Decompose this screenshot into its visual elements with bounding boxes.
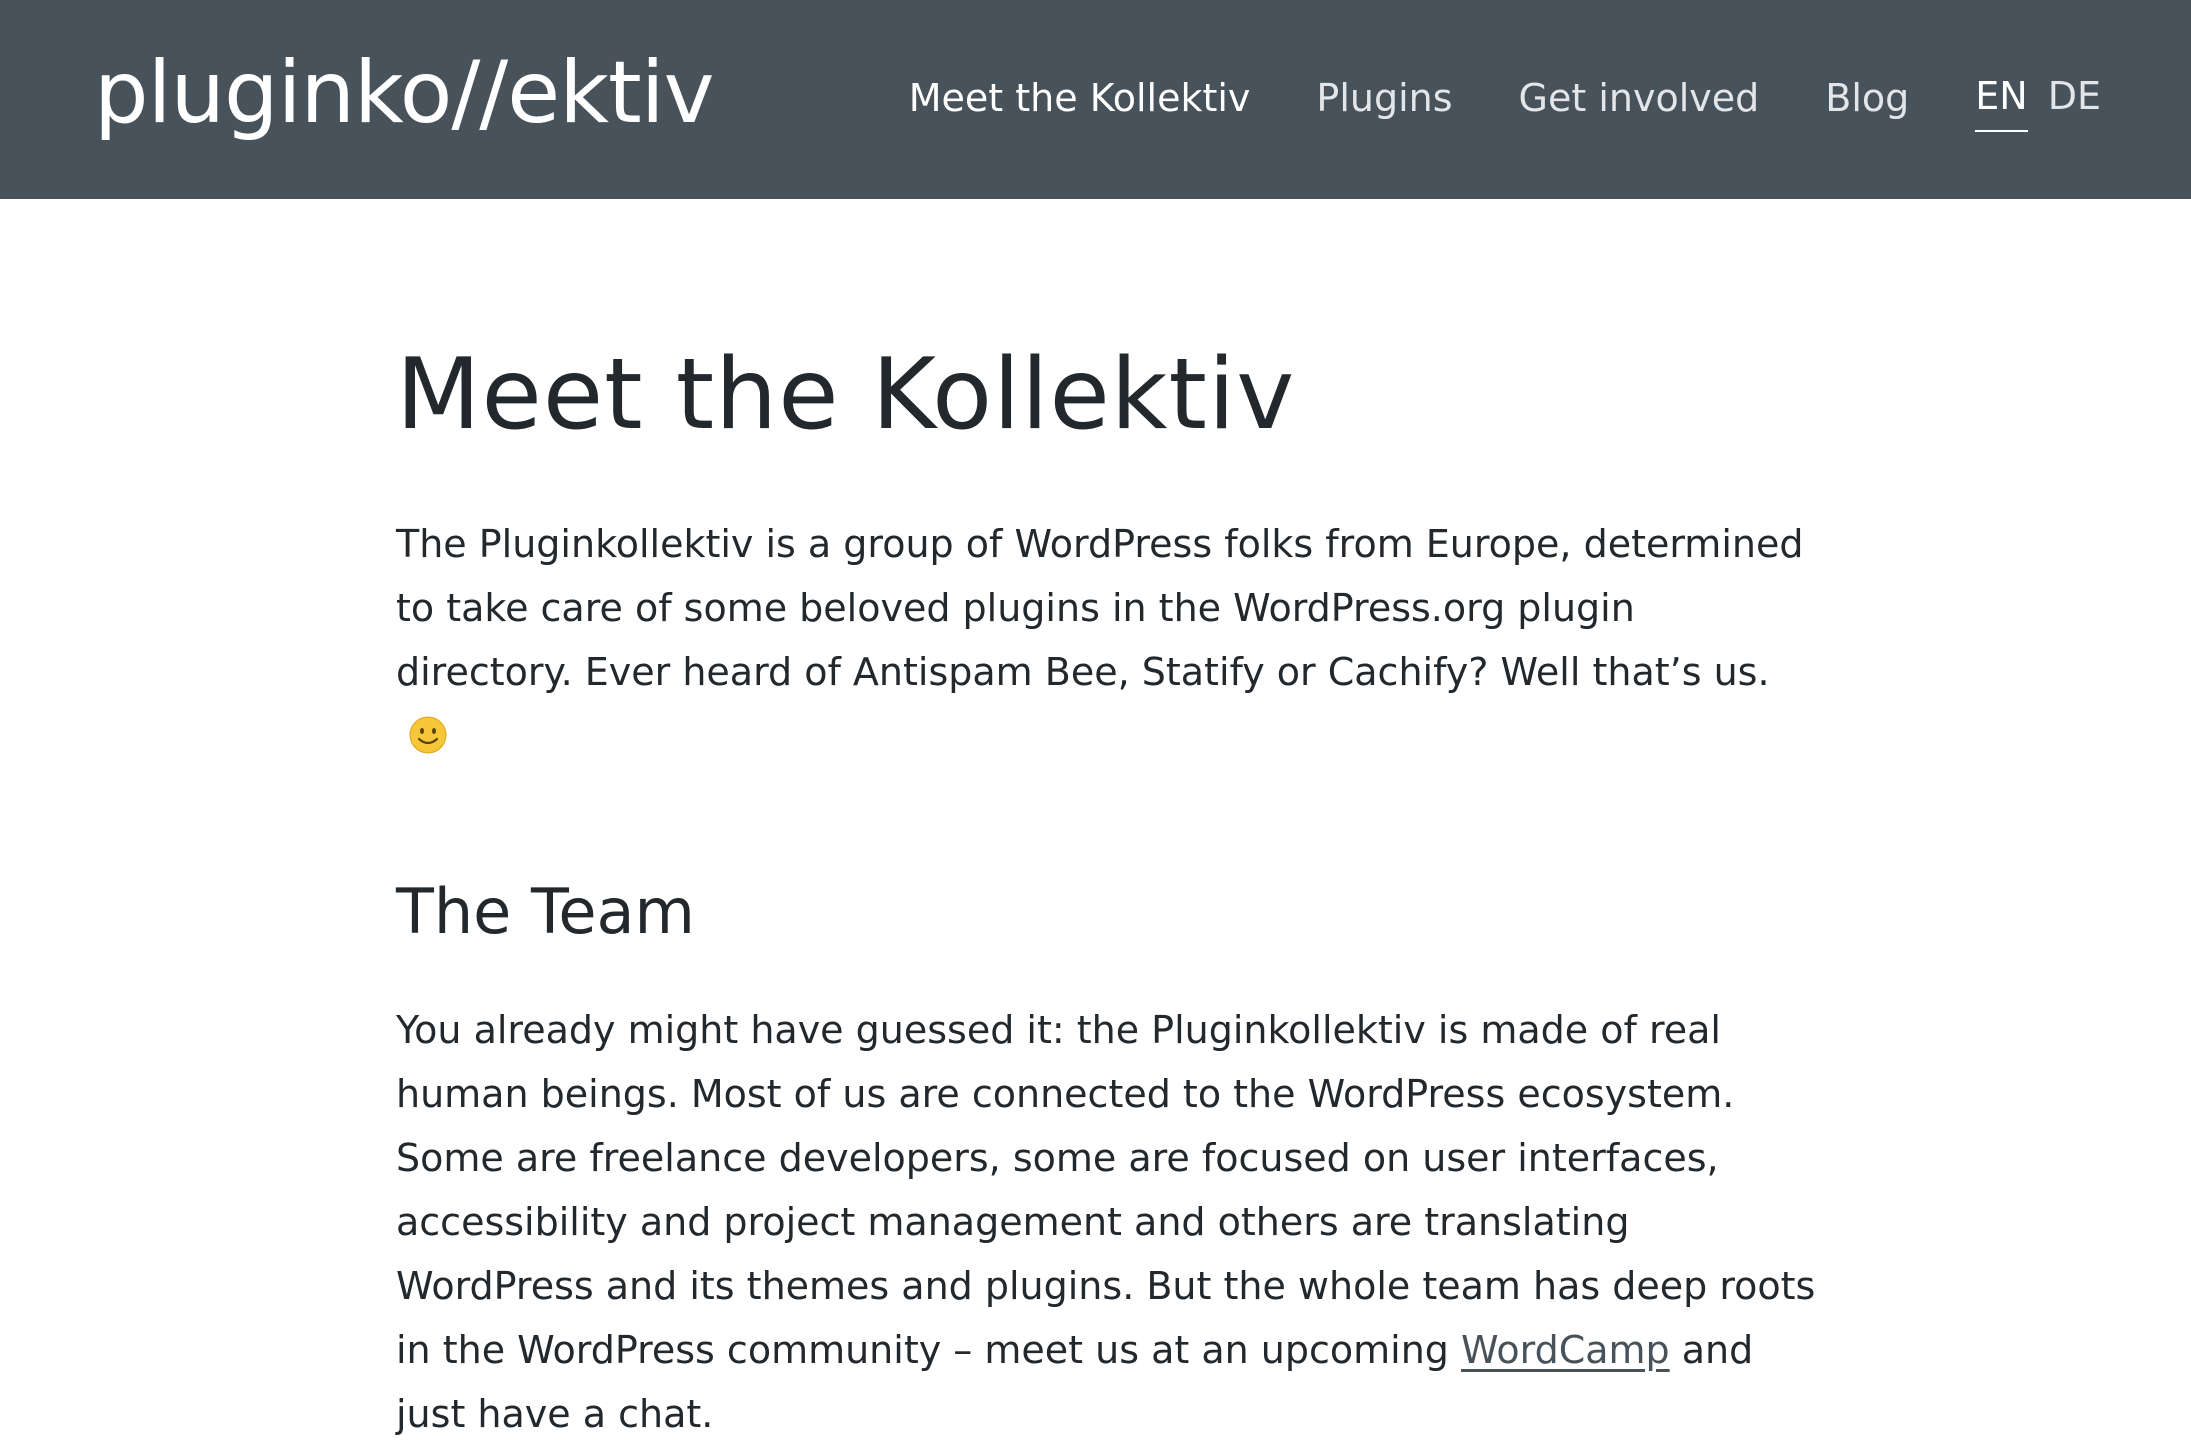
nav-item-blog[interactable]: Blog [1825, 66, 1909, 130]
language-en-link[interactable]: EN [1975, 64, 2028, 132]
page-title: Meet the Kollektiv [396, 338, 1296, 452]
language-switcher: EN DE [1975, 64, 2101, 132]
nav-item-get-involved[interactable]: Get involved [1519, 66, 1760, 130]
site-logo[interactable]: pluginko//ektiv [94, 38, 715, 148]
main-content: Meet the Kollektiv The Pluginkollektiv i… [396, 330, 1816, 1446]
intro-text: The Pluginkollektiv is a group of WordPr… [396, 522, 1804, 694]
nav-item-plugins[interactable]: Plugins [1316, 66, 1452, 130]
team-text-before: You already might have guessed it: the P… [396, 1008, 1816, 1372]
main-navigation: Meet the Kollektiv Plugins Get involved … [843, 64, 2101, 132]
team-paragraph: You already might have guessed it: the P… [396, 998, 1816, 1446]
team-heading: The Team [396, 875, 695, 948]
language-de-link[interactable]: DE [2048, 64, 2101, 132]
smiling-face-icon [409, 716, 447, 754]
wordcamp-link[interactable]: WordCamp [1461, 1328, 1670, 1372]
nav-item-meet-the-kollektiv[interactable]: Meet the Kollektiv [909, 66, 1251, 130]
site-header: pluginko//ektiv Meet the Kollektiv Plugi… [0, 0, 2191, 199]
intro-paragraph: The Pluginkollektiv is a group of WordPr… [396, 512, 1816, 768]
